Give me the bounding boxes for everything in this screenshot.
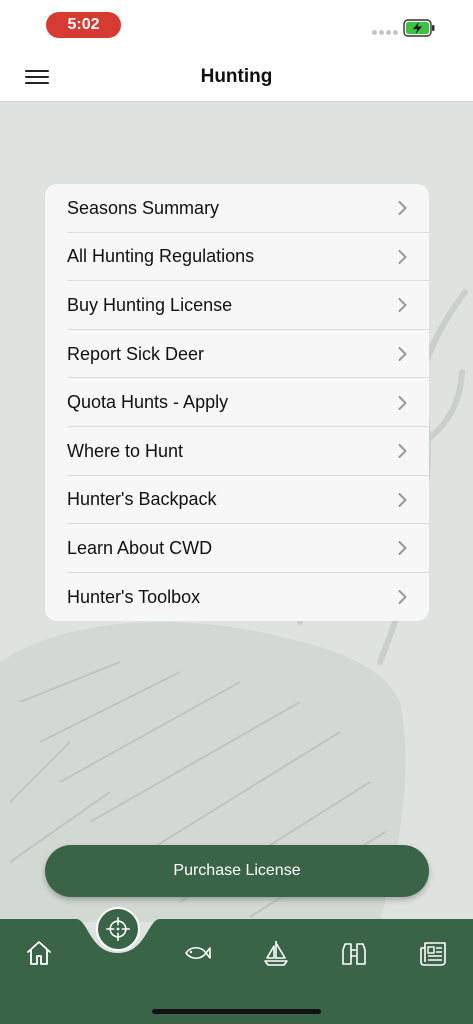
chevron-right-icon (398, 298, 407, 313)
menu-item-report-sick-deer[interactable]: Report Sick Deer (45, 330, 429, 379)
menu-item-buy-hunting-license[interactable]: Buy Hunting License (45, 281, 429, 330)
menu-item-quota-hunts-apply[interactable]: Quota Hunts - Apply (45, 378, 429, 427)
signal-icon (372, 30, 398, 36)
app-header: Hunting (0, 52, 473, 102)
menu-item-label: All Hunting Regulations (67, 246, 255, 267)
menu-item-where-to-hunt[interactable]: Where to Hunt (45, 427, 429, 476)
binoculars-icon (342, 943, 366, 965)
menu-item-label: Learn About CWD (67, 537, 213, 558)
tab-home[interactable] (17, 931, 61, 975)
chevron-right-icon (398, 444, 407, 459)
menu-item-hunters-backpack[interactable]: Hunter's Backpack (45, 476, 429, 525)
status-bar: 5:02 (0, 0, 473, 52)
home-indicator (152, 1009, 321, 1014)
menu-item-label: Where to Hunt (67, 440, 184, 461)
tab-news[interactable] (411, 931, 455, 975)
crosshair-icon (105, 916, 131, 942)
battery-charging-icon (403, 19, 435, 37)
purchase-license-button[interactable]: Purchase License (45, 845, 429, 897)
menu-item-label: Hunter's Backpack (67, 489, 217, 510)
menu-item-label: Quota Hunts - Apply (67, 392, 229, 413)
newspaper-icon (420, 942, 446, 966)
tab-fishing[interactable] (175, 931, 219, 975)
menu-item-all-hunting-regulations[interactable]: All Hunting Regulations (45, 233, 429, 282)
menu-item-label: Report Sick Deer (67, 343, 205, 364)
page-title: Hunting (200, 66, 273, 87)
menu-item-label: Buy Hunting License (67, 294, 233, 315)
menu-item-label: Hunter's Toolbox (67, 586, 201, 607)
tab-hunting[interactable] (96, 907, 140, 951)
home-icon (27, 941, 51, 965)
chevron-right-icon (398, 590, 407, 605)
tab-boating[interactable] (254, 931, 298, 975)
chevron-right-icon (398, 541, 407, 556)
chevron-right-icon (398, 249, 407, 264)
tab-wildlife[interactable] (332, 931, 376, 975)
chevron-right-icon (398, 201, 407, 216)
menu-item-label: Seasons Summary (67, 197, 220, 218)
chevron-right-icon (398, 347, 407, 362)
menu-item-seasons-summary[interactable]: Seasons Summary (45, 184, 429, 233)
menu-item-hunters-toolbox[interactable]: Hunter's Toolbox (45, 573, 429, 621)
status-time: 5:02 (46, 12, 121, 38)
fish-icon (185, 946, 211, 960)
chevron-right-icon (398, 492, 407, 507)
hunting-menu: Seasons Summary All Hunting Regulations … (45, 184, 429, 621)
chevron-right-icon (398, 395, 407, 410)
sailboat-icon (264, 941, 288, 966)
menu-item-learn-about-cwd[interactable]: Learn About CWD (45, 524, 429, 573)
